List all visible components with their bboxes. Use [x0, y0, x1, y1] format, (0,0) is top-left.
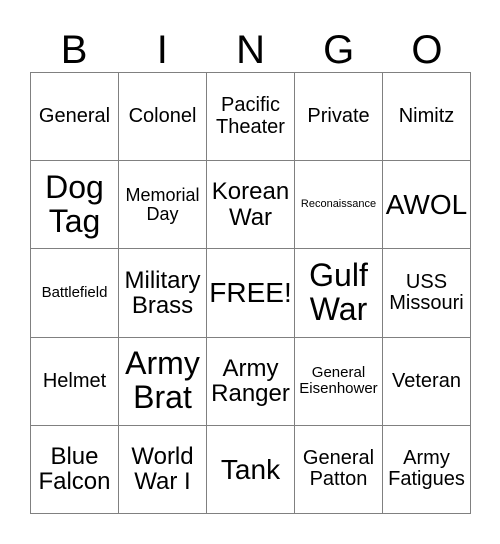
bingo-cell-label: Tank [220, 453, 281, 485]
bingo-cell-label: Korean War [211, 178, 290, 231]
bingo-cell[interactable]: Tank [207, 425, 295, 514]
bingo-cell[interactable]: Army Ranger [207, 337, 295, 426]
bingo-cell[interactable]: Battlefield [31, 249, 119, 338]
bingo-cell-label: Army Ranger [211, 354, 290, 408]
bingo-cell-label: AWOL [385, 188, 468, 220]
bingo-cell-label: USS Missouri [389, 270, 464, 314]
bingo-cell-label: Memorial Day [125, 184, 200, 224]
bingo-header-letter-o: O [411, 28, 443, 72]
bingo-header-letter-i: I [156, 28, 168, 72]
bingo-cell[interactable]: Army Brat [119, 337, 207, 426]
bingo-cell-label: General Eisenhower [299, 364, 378, 398]
bingo-cell[interactable]: Colonel [119, 73, 207, 162]
bingo-grid: General Colonel Pacific Theater Private Nimi… [30, 72, 471, 514]
bingo-cell-label: Helmet [42, 369, 107, 392]
bingo-cell[interactable]: Blue Falcon [31, 425, 119, 514]
bingo-cell-label: Military Brass [124, 266, 201, 319]
bingo-cell[interactable]: Helmet [31, 337, 119, 426]
bingo-cell[interactable]: General Eisenhower [295, 337, 383, 426]
bingo-cell[interactable]: World War I [119, 425, 207, 514]
bingo-card: B I N G O General Colonel Pacific Theater Priva… [0, 0, 500, 544]
bingo-cell[interactable]: USS Missouri [383, 249, 471, 338]
bingo-cell-label: Blue Falcon [38, 442, 111, 496]
bingo-cell-label: Nimitz [398, 105, 455, 127]
bingo-header-letter-b: B [60, 28, 88, 72]
bingo-cell[interactable]: Private [295, 73, 383, 162]
bingo-cell-label: Veteran [392, 369, 461, 392]
bingo-cell-label: Gulf War [309, 257, 368, 327]
bingo-cell-label: Pacific Theater [216, 94, 285, 138]
bingo-cell[interactable]: Korean War [207, 161, 295, 250]
bingo-cell[interactable]: Military Brass [119, 249, 207, 338]
bingo-cell-label: FREE! [209, 277, 292, 309]
bingo-cell-label: General [38, 105, 111, 127]
bingo-cell[interactable]: General [31, 73, 119, 162]
bingo-cell[interactable]: General Patton [295, 425, 383, 514]
bingo-header-row: BINGO [30, 14, 471, 72]
bingo-cell[interactable]: AWOL [383, 161, 471, 250]
bingo-cell[interactable]: Army Fatigues [383, 425, 471, 514]
bingo-cell[interactable]: Pacific Theater [207, 73, 295, 162]
bingo-cell-label: Private [307, 105, 370, 127]
bingo-cell[interactable]: Gulf War [295, 249, 383, 338]
bingo-cell-label: Dog Tag [45, 168, 104, 239]
bingo-cell[interactable]: Reconaissance [295, 161, 383, 250]
bingo-cell[interactable]: Dog Tag [31, 161, 119, 250]
bingo-cell[interactable]: Nimitz [383, 73, 471, 162]
bingo-header-letter-n: N [236, 28, 265, 72]
bingo-cell-label: Colonel [128, 105, 197, 127]
bingo-cell-label: Reconaissance [300, 197, 377, 210]
bingo-cell-label: General Patton [302, 447, 375, 491]
bingo-cell[interactable]: Memorial Day [119, 161, 207, 250]
bingo-cell-label: Battlefield [41, 284, 108, 302]
bingo-header-letter-g: G [323, 28, 355, 72]
bingo-cell-label: World War I [131, 442, 194, 496]
bingo-cell-free[interactable]: FREE! [207, 249, 295, 338]
bingo-cell[interactable]: Veteran [383, 337, 471, 426]
bingo-cell-label: Army Fatigues [388, 447, 465, 491]
bingo-cell-label: Army Brat [125, 345, 200, 416]
